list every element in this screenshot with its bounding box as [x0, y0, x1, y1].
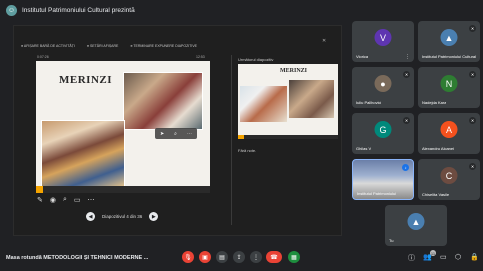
slide-title: MERINZI — [59, 74, 113, 86]
avatar: N — [440, 75, 458, 92]
close-icon[interactable]: ✕ — [322, 38, 326, 44]
ribbon-item-taskbar[interactable]: AFIȘARE BARĂ DE ACTIVITĂȚI — [21, 44, 75, 48]
mic-off-icon: ✕ — [469, 71, 476, 78]
participant-name: Viorica — [356, 54, 369, 59]
pen-icon[interactable]: ✎ — [37, 196, 43, 204]
next-slide-stripe — [238, 135, 338, 139]
presenter-tools: ✎ ◉ ⌕ ▭ ⋯ — [37, 196, 95, 204]
slide-timer: 0:07:26 — [37, 55, 49, 59]
next-slide-label: Următorul diapozitiv — [238, 57, 274, 62]
leave-call-button[interactable]: ☎ — [266, 251, 282, 263]
mic-toggle-button[interactable]: 🎙 — [182, 251, 194, 263]
participant-name: Alexandru Alcanei — [422, 146, 455, 151]
participant-video-tile[interactable]: Institutul Patrimoniului ♪ — [352, 159, 414, 200]
participant-name: Chiselita Vasile — [422, 192, 450, 197]
captions-button[interactable]: ▤ — [216, 251, 228, 263]
slide-clock: 12:53 — [196, 55, 205, 59]
chat-icon[interactable]: ▭ — [440, 253, 447, 261]
more-options-button[interactable]: ⋮ — [250, 251, 262, 263]
present-button[interactable]: ⇪ — [233, 251, 245, 263]
participant-name: Tu — [389, 238, 394, 243]
more-icon[interactable]: ⋯ — [187, 131, 192, 137]
next-slide-photo-right — [289, 80, 334, 118]
avatar: G — [374, 121, 392, 138]
avatar: A — [440, 121, 458, 138]
participant-tile[interactable]: G Ghilas V ✕ — [352, 113, 414, 154]
presenter-ribbon: AFIȘARE BARĂ DE ACTIVITĂȚI SETĂRI AFIȘAR… — [21, 41, 197, 50]
avatar: ▲ — [440, 29, 458, 46]
next-slide-pane: Următorul diapozitiv MERINZI Fără note. — [231, 55, 339, 225]
lock-icon[interactable]: 🔒 — [470, 253, 479, 261]
presenter-avatar-icon: ☺ — [6, 4, 17, 16]
participant-name: Iuliu Pallhovici — [356, 100, 382, 105]
mic-off-icon: ✕ — [469, 163, 476, 170]
participant-name: Nadejda Kara — [422, 100, 447, 105]
info-icon[interactable]: ⓘ — [408, 253, 415, 263]
more-options-icon[interactable]: ⋮ — [405, 54, 410, 60]
participant-name: Ghilas V — [356, 146, 372, 151]
more-icon[interactable]: ⋯ — [88, 196, 95, 204]
activities-button[interactable]: ▦ — [288, 251, 300, 263]
presenting-title: Institutul Patrimoniului Cultural prezin… — [22, 6, 135, 14]
speaking-icon: ♪ — [402, 164, 409, 171]
screen-icon[interactable]: ▭ — [74, 196, 81, 204]
slide-overlay-controls: ➤ ⌕ ⋯ — [155, 128, 197, 139]
avatar: V — [374, 29, 392, 46]
participant-tile[interactable]: ● Iuliu Pallhovici ✕ — [352, 67, 414, 108]
participant-count-badge: 11 — [430, 250, 436, 256]
next-slide-button[interactable]: ▶ — [149, 212, 159, 221]
slide-stripe — [36, 186, 210, 193]
next-slide-title: MERINZI — [280, 68, 308, 74]
speaker-notes: Fără note. — [238, 148, 257, 153]
activities-icon[interactable]: ⬡ — [455, 253, 461, 261]
avatar: ● — [374, 75, 392, 92]
participant-tile[interactable]: ▲ Institutul Patrimoniului Cultural ✕ — [418, 21, 480, 62]
ribbon-item-display-settings[interactable]: SETĂRI AFIȘARE — [87, 44, 118, 48]
mic-off-icon: ✕ — [469, 117, 476, 124]
mic-off-icon: ✕ — [403, 71, 410, 78]
meeting-title: Masa rotundă METODOLOGII ȘI TEHNICI MODE… — [6, 255, 149, 261]
participant-name: Institutul Patrimoniului Cultural — [422, 54, 476, 59]
zoom-icon[interactable]: ⌕ — [63, 196, 67, 204]
current-slide: MERINZI — [36, 61, 210, 193]
avatar: ▲ — [407, 213, 425, 230]
pointer-icon[interactable]: ➤ — [160, 131, 164, 137]
slide-photo-bottom — [41, 120, 125, 187]
slide-counter: Diapozitivul 4 din 36 — [102, 214, 143, 219]
mic-off-icon: ✕ — [403, 117, 410, 124]
next-slide-thumbnail[interactable]: MERINZI — [238, 64, 338, 139]
mic-off-icon: ✕ — [469, 25, 476, 32]
participant-name: Institutul Patrimoniului — [357, 191, 397, 196]
camera-toggle-button[interactable]: ▣ — [199, 251, 211, 263]
participant-tile[interactable]: V Viorica ⋮ — [352, 21, 414, 62]
self-tile[interactable]: ▲ Tu — [385, 205, 447, 246]
search-icon[interactable]: ⌕ — [174, 131, 177, 137]
participant-tile[interactable]: C Chiselita Vasile ✕ — [418, 159, 480, 200]
slide-navigation: ◀ Diapozitivul 4 din 36 ▶ — [86, 212, 159, 221]
laser-icon[interactable]: ◉ — [50, 196, 56, 204]
participant-tile[interactable]: A Alexandru Alcanei ✕ — [418, 113, 480, 154]
avatar: C — [440, 167, 458, 184]
prev-slide-button[interactable]: ◀ — [86, 212, 95, 221]
participant-tile[interactable]: N Nadejda Kara ✕ — [418, 67, 480, 108]
next-slide-photo-left — [240, 86, 287, 122]
ribbon-item-end-slideshow[interactable]: TERMINARE EXPUNERE DIAPOZITIVE — [130, 44, 197, 48]
slide-photo-top — [123, 72, 203, 130]
top-bar: ☺ Institutul Patrimoniului Cultural prez… — [0, 0, 483, 20]
